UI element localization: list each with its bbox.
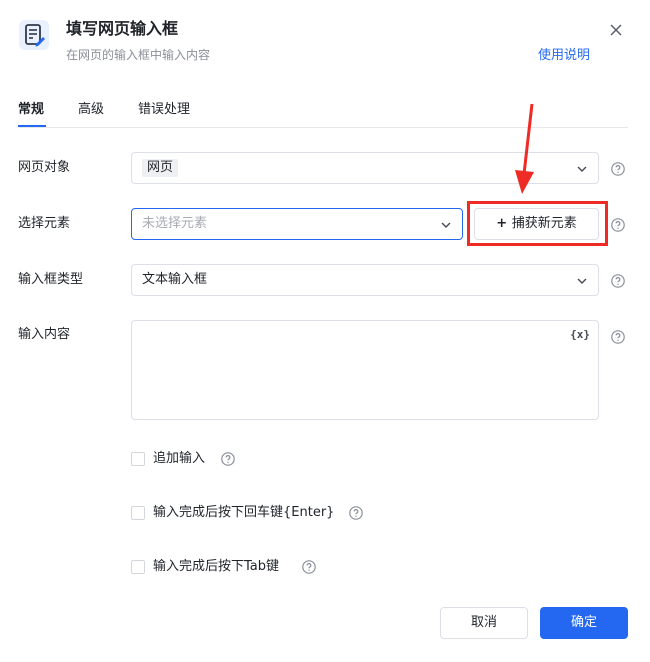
chevron-down-icon: [577, 166, 587, 172]
close-icon[interactable]: [606, 20, 626, 40]
annotation-arrow-icon: [515, 103, 534, 194]
append-input-label: 追加输入: [153, 451, 206, 466]
input-type-label: 输入框类型: [18, 272, 84, 287]
help-icon[interactable]: [611, 162, 625, 176]
input-content-label: 输入内容: [18, 327, 71, 342]
append-input-checkbox[interactable]: [131, 452, 145, 466]
help-icon[interactable]: [611, 330, 625, 344]
variable-insert-icon[interactable]: {x}: [570, 328, 590, 341]
help-link[interactable]: 使用说明: [538, 47, 590, 65]
tab-advanced[interactable]: 高级: [78, 100, 104, 120]
web-object-label: 网页对象: [18, 160, 71, 175]
chevron-down-icon: [441, 222, 451, 228]
input-type-value: 文本输入框: [142, 272, 208, 287]
select-element-label: 选择元素: [18, 216, 71, 231]
press-tab-label: 输入完成后按下Tab键: [153, 559, 280, 574]
chevron-down-icon: [577, 278, 587, 284]
dialog-title: 填写网页输入框: [66, 19, 179, 38]
input-content-textarea[interactable]: {x}: [131, 320, 599, 420]
plus-icon: +: [496, 216, 512, 231]
press-enter-checkbox[interactable]: [131, 506, 145, 520]
select-element-placeholder: 未选择元素: [142, 216, 208, 231]
confirm-button[interactable]: 确定: [540, 607, 628, 639]
tab-error-handling[interactable]: 错误处理: [138, 100, 190, 120]
capture-new-element-button[interactable]: + 捕获新元素: [474, 208, 599, 240]
form-edit-icon: [19, 20, 49, 50]
capture-new-element-label: 捕获新元素: [511, 216, 577, 231]
help-icon[interactable]: [611, 218, 625, 232]
active-tab-indicator: [18, 125, 46, 127]
help-icon[interactable]: [302, 560, 316, 574]
press-tab-checkbox[interactable]: [131, 560, 145, 574]
help-icon[interactable]: [349, 506, 363, 520]
help-icon[interactable]: [611, 274, 625, 288]
web-object-value: 网页: [142, 159, 179, 177]
help-icon[interactable]: [221, 452, 235, 466]
select-element-select[interactable]: 未选择元素: [131, 208, 463, 240]
cancel-button[interactable]: 取消: [440, 607, 528, 639]
tab-general[interactable]: 常规: [18, 100, 44, 120]
input-type-select[interactable]: 文本输入框: [131, 264, 599, 296]
dialog-subtitle: 在网页的输入框中输入内容: [66, 48, 211, 62]
press-enter-label: 输入完成后按下回车键{Enter}: [153, 505, 335, 520]
